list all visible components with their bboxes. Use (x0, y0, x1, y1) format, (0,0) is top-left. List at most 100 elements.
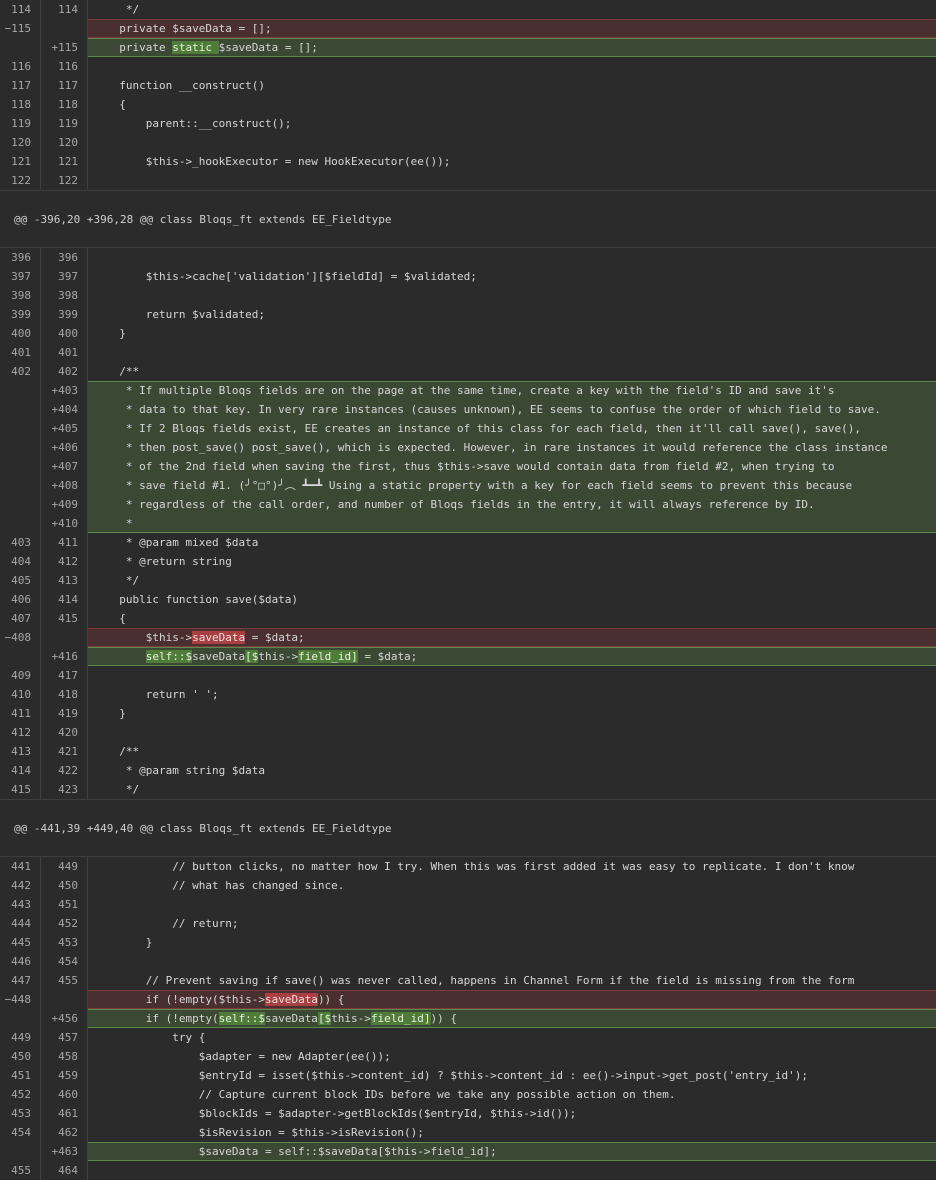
old-line-number[interactable]: 444 (0, 914, 41, 933)
old-line-number[interactable]: 451 (0, 1066, 41, 1085)
new-line-number[interactable]: +115 (41, 38, 88, 57)
new-line-number[interactable]: 411 (41, 533, 88, 552)
new-line-number[interactable] (41, 990, 88, 1009)
old-line-number[interactable]: 121 (0, 152, 41, 171)
old-line-number[interactable] (0, 1142, 41, 1161)
old-line-number[interactable] (0, 647, 41, 666)
new-line-number[interactable]: +408 (41, 476, 88, 495)
old-line-number[interactable]: 455 (0, 1161, 41, 1180)
new-line-number[interactable]: 402 (41, 362, 88, 381)
old-line-number[interactable] (0, 1009, 41, 1028)
new-line-number[interactable]: 400 (41, 324, 88, 343)
old-line-number[interactable]: 454 (0, 1123, 41, 1142)
new-line-number[interactable]: 401 (41, 343, 88, 362)
new-line-number[interactable] (41, 19, 88, 38)
old-line-number[interactable] (0, 400, 41, 419)
old-line-number[interactable]: 412 (0, 723, 41, 742)
old-line-number[interactable] (0, 38, 41, 57)
new-line-number[interactable]: 457 (41, 1028, 88, 1047)
new-line-number[interactable]: 397 (41, 267, 88, 286)
old-line-number[interactable]: 118 (0, 95, 41, 114)
new-line-number[interactable]: 449 (41, 857, 88, 876)
old-line-number[interactable]: 445 (0, 933, 41, 952)
old-line-number[interactable]: 413 (0, 742, 41, 761)
old-line-number[interactable]: 411 (0, 704, 41, 723)
new-line-number[interactable] (41, 628, 88, 647)
new-line-number[interactable]: +404 (41, 400, 88, 419)
new-line-number[interactable]: 398 (41, 286, 88, 305)
new-line-number[interactable]: 417 (41, 666, 88, 685)
old-line-number[interactable]: 447 (0, 971, 41, 990)
old-line-number[interactable]: 399 (0, 305, 41, 324)
old-line-number[interactable]: 402 (0, 362, 41, 381)
old-line-number[interactable]: 407 (0, 609, 41, 628)
new-line-number[interactable]: 461 (41, 1104, 88, 1123)
old-line-number[interactable]: 400 (0, 324, 41, 343)
old-line-number[interactable]: 397 (0, 267, 41, 286)
new-line-number[interactable]: 453 (41, 933, 88, 952)
new-line-number[interactable]: 460 (41, 1085, 88, 1104)
old-line-number[interactable]: 443 (0, 895, 41, 914)
old-line-number[interactable] (0, 381, 41, 400)
old-line-number[interactable]: 450 (0, 1047, 41, 1066)
old-line-number[interactable]: −115 (0, 19, 41, 38)
old-line-number[interactable]: 442 (0, 876, 41, 895)
old-line-number[interactable]: 119 (0, 114, 41, 133)
old-line-number[interactable]: 404 (0, 552, 41, 571)
old-line-number[interactable] (0, 438, 41, 457)
new-line-number[interactable]: 450 (41, 876, 88, 895)
new-line-number[interactable]: 117 (41, 76, 88, 95)
old-line-number[interactable]: 410 (0, 685, 41, 704)
old-line-number[interactable]: 414 (0, 761, 41, 780)
new-line-number[interactable]: 412 (41, 552, 88, 571)
new-line-number[interactable]: +405 (41, 419, 88, 438)
old-line-number[interactable]: −448 (0, 990, 41, 1009)
new-line-number[interactable]: 419 (41, 704, 88, 723)
new-line-number[interactable]: 455 (41, 971, 88, 990)
new-line-number[interactable]: +416 (41, 647, 88, 666)
new-line-number[interactable]: +410 (41, 514, 88, 533)
new-line-number[interactable]: 396 (41, 248, 88, 267)
old-line-number[interactable]: 122 (0, 171, 41, 190)
new-line-number[interactable]: 423 (41, 780, 88, 799)
new-line-number[interactable]: +407 (41, 457, 88, 476)
old-line-number[interactable]: −408 (0, 628, 41, 647)
new-line-number[interactable]: 420 (41, 723, 88, 742)
new-line-number[interactable]: 458 (41, 1047, 88, 1066)
new-line-number[interactable]: 452 (41, 914, 88, 933)
new-line-number[interactable]: 418 (41, 685, 88, 704)
old-line-number[interactable] (0, 419, 41, 438)
new-line-number[interactable]: 451 (41, 895, 88, 914)
old-line-number[interactable]: 114 (0, 0, 41, 19)
old-line-number[interactable]: 409 (0, 666, 41, 685)
new-line-number[interactable]: 118 (41, 95, 88, 114)
old-line-number[interactable]: 120 (0, 133, 41, 152)
old-line-number[interactable]: 452 (0, 1085, 41, 1104)
old-line-number[interactable]: 396 (0, 248, 41, 267)
old-line-number[interactable] (0, 495, 41, 514)
old-line-number[interactable]: 398 (0, 286, 41, 305)
old-line-number[interactable]: 117 (0, 76, 41, 95)
old-line-number[interactable]: 449 (0, 1028, 41, 1047)
old-line-number[interactable]: 406 (0, 590, 41, 609)
new-line-number[interactable]: 121 (41, 152, 88, 171)
old-line-number[interactable]: 116 (0, 57, 41, 76)
hunk-header[interactable]: @@ -441,39 +449,40 @@ class Bloqs_ft ext… (0, 799, 936, 857)
new-line-number[interactable]: 116 (41, 57, 88, 76)
old-line-number[interactable]: 415 (0, 780, 41, 799)
old-line-number[interactable]: 401 (0, 343, 41, 362)
new-line-number[interactable]: 462 (41, 1123, 88, 1142)
new-line-number[interactable]: 464 (41, 1161, 88, 1180)
new-line-number[interactable]: 413 (41, 571, 88, 590)
new-line-number[interactable]: 459 (41, 1066, 88, 1085)
old-line-number[interactable]: 441 (0, 857, 41, 876)
new-line-number[interactable]: +403 (41, 381, 88, 400)
old-line-number[interactable]: 453 (0, 1104, 41, 1123)
old-line-number[interactable] (0, 457, 41, 476)
new-line-number[interactable]: 454 (41, 952, 88, 971)
new-line-number[interactable]: +463 (41, 1142, 88, 1161)
new-line-number[interactable]: 122 (41, 171, 88, 190)
new-line-number[interactable]: 114 (41, 0, 88, 19)
old-line-number[interactable] (0, 476, 41, 495)
new-line-number[interactable]: 421 (41, 742, 88, 761)
